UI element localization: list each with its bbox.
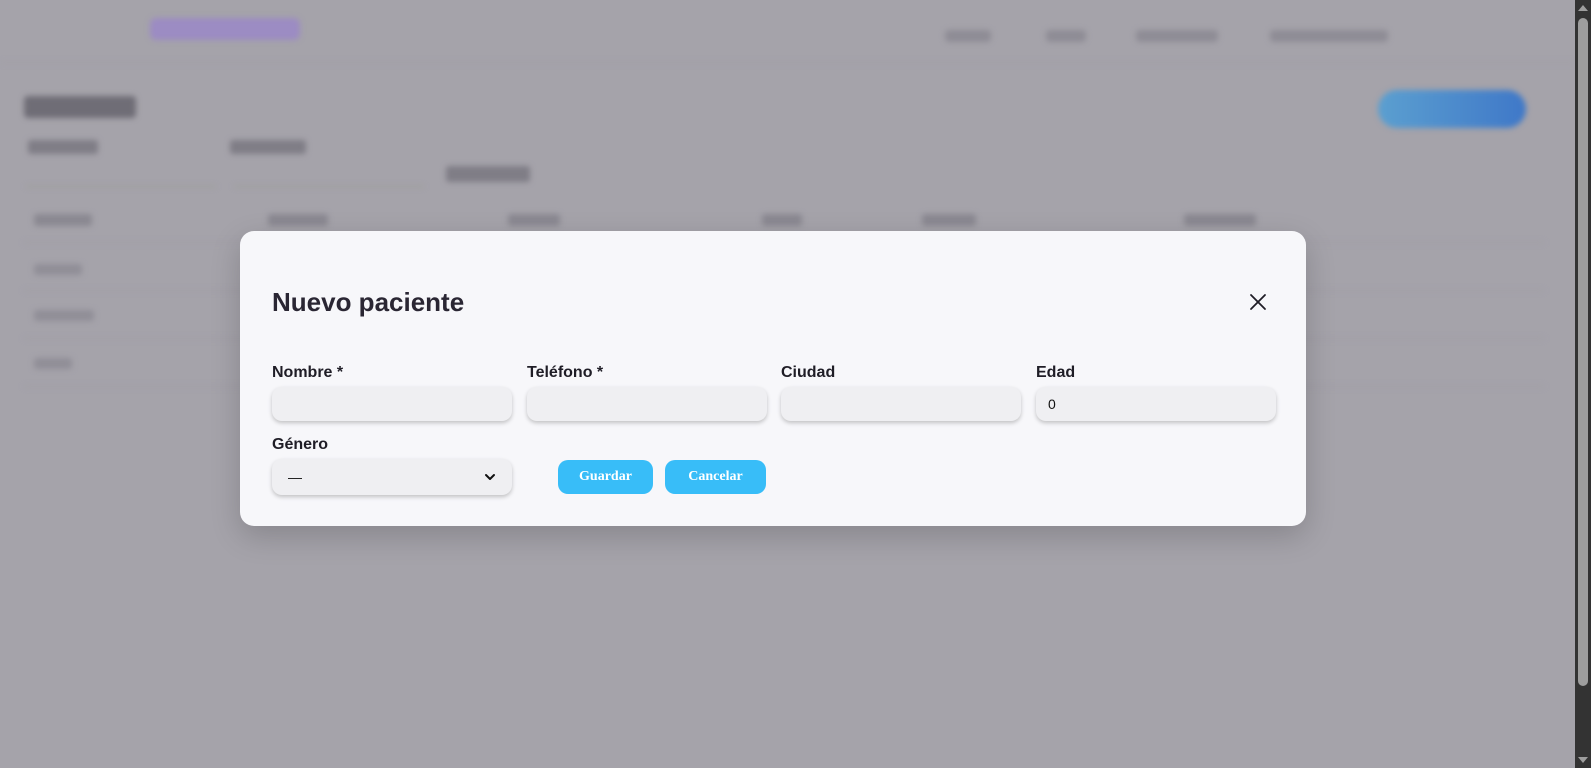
background-nav-item [945, 30, 991, 42]
background-nav-item [1136, 30, 1218, 42]
background-table-header [762, 214, 802, 226]
modal-title: Nuevo paciente [272, 287, 465, 317]
scrollbar-thumb[interactable] [1578, 18, 1588, 686]
close-button[interactable] [1246, 290, 1270, 314]
background-page-title [24, 96, 136, 118]
cancel-button[interactable]: Cancelar [665, 460, 766, 494]
background-table-header [922, 214, 976, 226]
ciudad-input[interactable] [781, 387, 1021, 421]
background-table-header [34, 214, 92, 226]
background-filter-label [28, 140, 98, 154]
background-table-cell [34, 264, 82, 275]
background-filter-label [230, 140, 306, 154]
background-table-header [1184, 214, 1256, 226]
background-nav-item [1046, 30, 1086, 42]
genero-label: Género [272, 436, 329, 453]
nombre-input[interactable] [272, 387, 512, 421]
background-filter-input [234, 164, 424, 187]
background-table-header [508, 214, 560, 226]
save-button[interactable]: Guardar [558, 460, 653, 494]
background-filter-input [26, 164, 216, 187]
new-patient-modal: Nuevo paciente Nombre * Teléfono * Ciuda… [240, 231, 1306, 526]
genero-selected-value: — [288, 469, 302, 485]
scroll-up-arrow-icon[interactable] [1578, 5, 1588, 11]
page: Nuevo paciente Nombre * Teléfono * Ciuda… [0, 0, 1591, 768]
telefono-input[interactable] [527, 387, 767, 421]
close-icon[interactable] [1246, 290, 1270, 314]
background-primary-button [1378, 90, 1526, 128]
scroll-down-arrow-icon[interactable] [1578, 757, 1588, 763]
ciudad-label: Ciudad [781, 364, 836, 381]
telefono-label: Teléfono * [527, 364, 604, 381]
background-table-cell [34, 310, 94, 321]
background-table-cell [34, 358, 72, 369]
background-header [0, 0, 1575, 63]
chevron-down-icon [484, 471, 496, 483]
edad-label: Edad [1036, 364, 1076, 381]
nombre-label: Nombre * [272, 364, 344, 381]
background-table-header [268, 214, 328, 226]
background-nav-item [1270, 30, 1388, 42]
page-scrollbar[interactable] [1575, 0, 1591, 768]
background-filter-button [446, 166, 530, 182]
edad-input[interactable] [1036, 387, 1276, 421]
background-brand-logo [150, 18, 300, 40]
genero-select[interactable]: — [272, 459, 512, 495]
